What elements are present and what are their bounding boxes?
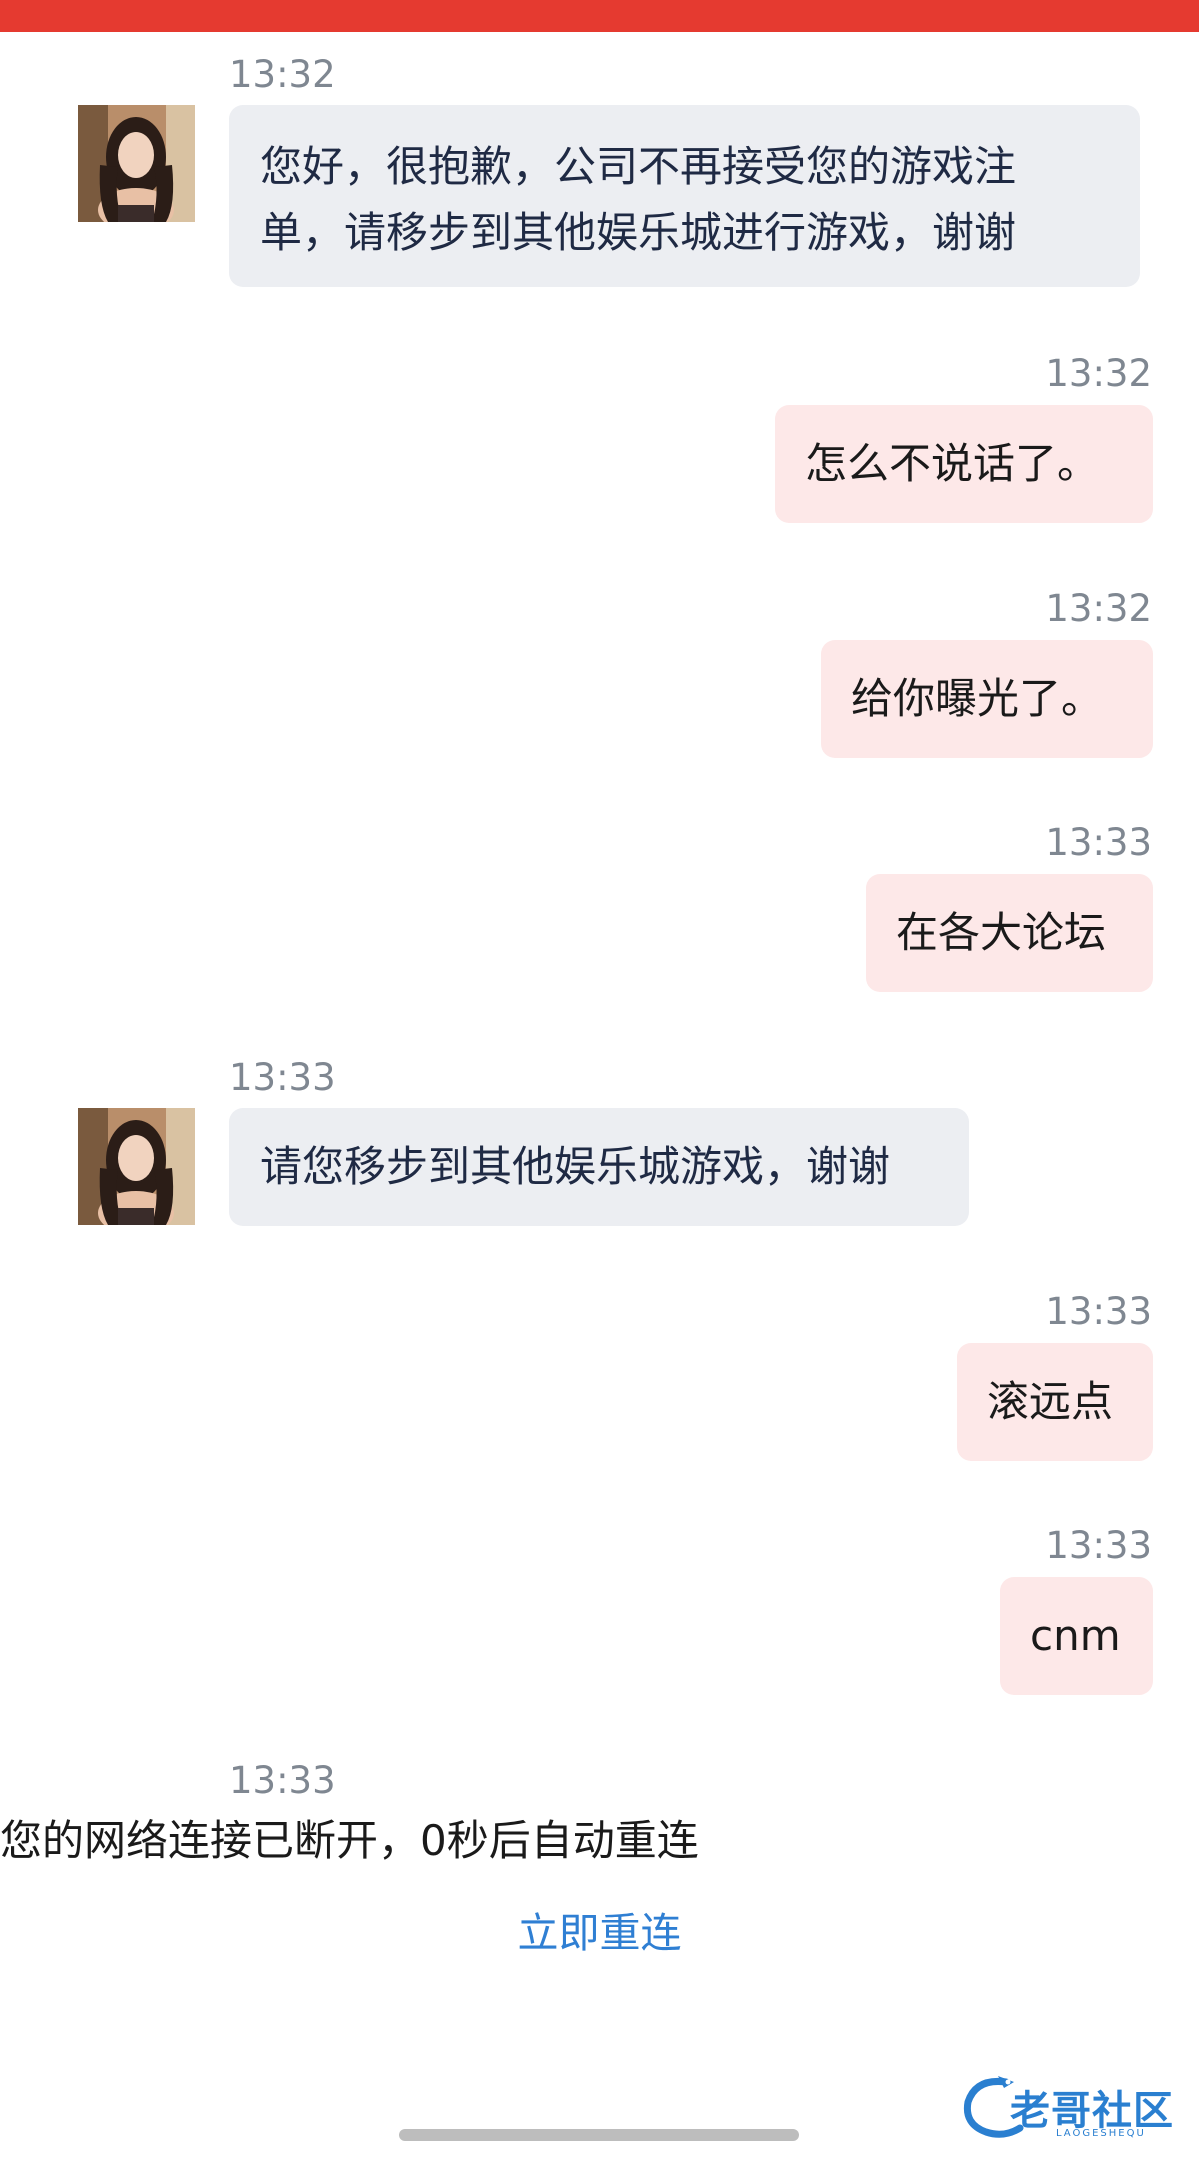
avatar-photo-icon — [78, 105, 195, 222]
message-timestamp: 13:33 — [1045, 1290, 1152, 1333]
message-timestamp: 13:32 — [229, 53, 336, 96]
message-timestamp: 13:32 — [1045, 587, 1152, 630]
message-timestamp: 13:33 — [1045, 1524, 1152, 1567]
outgoing-message-bubble[interactable]: 在各大论坛 — [866, 874, 1153, 992]
status-bar — [0, 0, 1199, 32]
agent-avatar[interactable] — [78, 1108, 195, 1225]
system-timestamp: 13:33 — [229, 1759, 336, 1802]
outgoing-message-bubble[interactable]: cnm — [1000, 1577, 1153, 1695]
outgoing-message-bubble[interactable]: 给你曝光了。 — [821, 640, 1153, 758]
outgoing-message-bubble[interactable]: 怎么不说话了。 — [775, 405, 1153, 523]
agent-avatar[interactable] — [78, 105, 195, 222]
incoming-message-bubble[interactable]: 您好，很抱歉，公司不再接受您的游戏注 单，请移步到其他娱乐城进行游戏，谢谢 — [229, 105, 1140, 287]
home-indicator[interactable] — [399, 2129, 799, 2141]
message-line: 单，请移步到其他娱乐城进行游戏，谢谢 — [260, 208, 1017, 257]
network-disconnected-message: 您的网络连接已断开，0秒后自动重连 — [0, 1816, 699, 1865]
avatar-photo-icon — [78, 1108, 195, 1225]
message-timestamp: 13:33 — [1045, 821, 1152, 864]
site-watermark: 老哥社区 LAOGESHEQU — [958, 2072, 1190, 2144]
reconnect-now-link[interactable]: 立即重连 — [0, 1905, 1199, 1961]
message-timestamp: 13:32 — [1045, 352, 1152, 395]
outgoing-message-bubble[interactable]: 滚远点 — [957, 1343, 1153, 1461]
incoming-message-bubble[interactable]: 请您移步到其他娱乐城游戏，谢谢 — [229, 1108, 969, 1226]
watermark-subtext: LAOGESHEQU — [1056, 2128, 1146, 2139]
message-line: 您好，很抱歉，公司不再接受您的游戏注 — [260, 142, 1017, 191]
message-timestamp: 13:33 — [229, 1056, 336, 1099]
